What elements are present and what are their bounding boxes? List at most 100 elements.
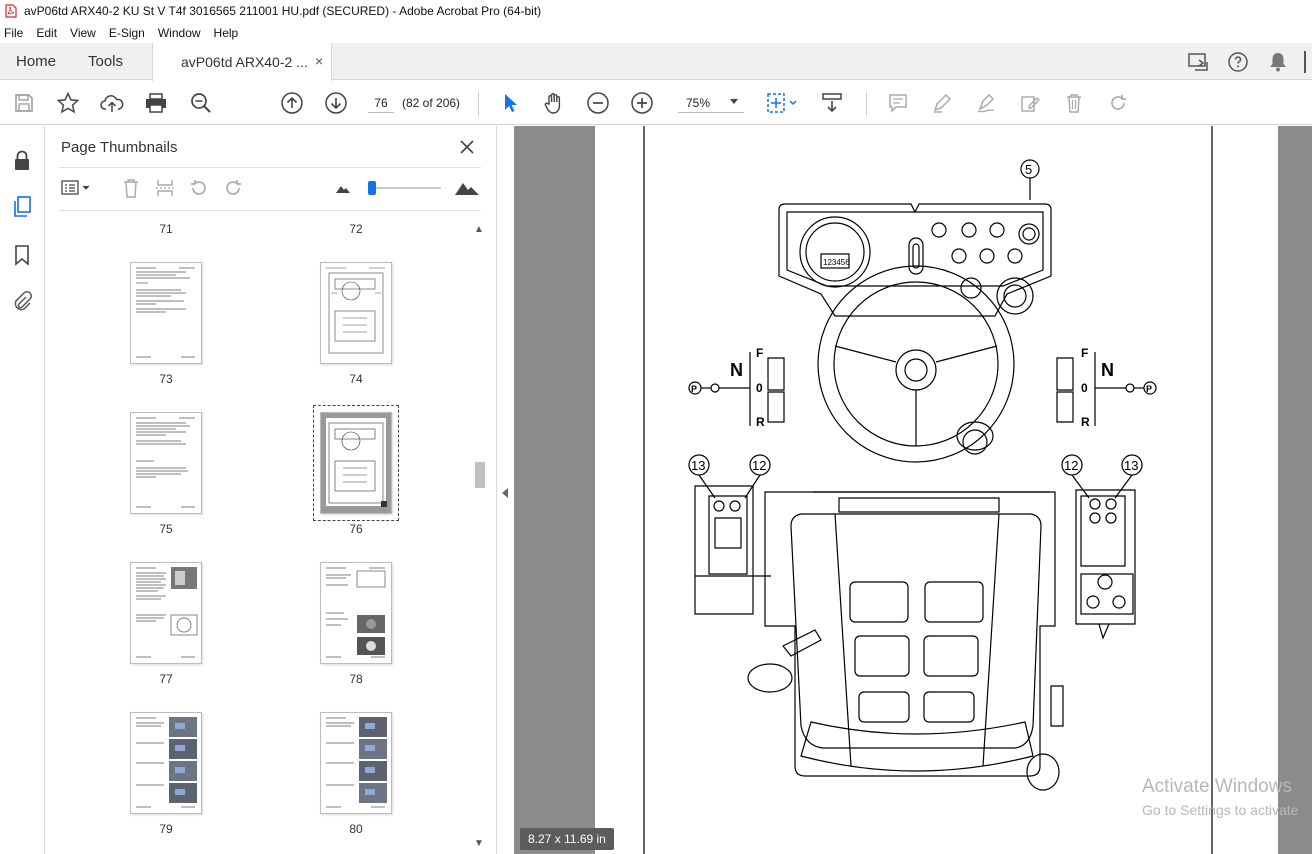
left-nav-rail (0, 126, 45, 854)
notifications-bell-icon[interactable] (1264, 48, 1292, 76)
menu-window[interactable]: Window (158, 26, 201, 40)
bookmark-star-icon[interactable] (54, 89, 82, 117)
callout-13-left: 13 (691, 458, 705, 473)
shifter-right-n: N (1101, 360, 1114, 380)
menu-bar: File Edit View E-Sign Window Help (0, 22, 1312, 43)
thumbnail-photo-content (326, 717, 387, 808)
shifter-left-zero: 0 (756, 381, 763, 395)
menu-edit[interactable]: Edit (36, 26, 57, 40)
highlight-pen-icon[interactable] (928, 89, 956, 117)
fit-page-icon[interactable] (764, 89, 800, 117)
upload-cloud-icon[interactable] (98, 89, 126, 117)
help-icon[interactable] (1224, 48, 1252, 76)
page-thumbnails-icon[interactable] (9, 194, 35, 220)
zoom-level-dropdown[interactable]: 75% (678, 93, 744, 113)
tab-bar: Home Tools avP06td ARX40-2 ... × (0, 43, 1312, 81)
scroll-mode-icon[interactable] (818, 89, 846, 117)
panel-divider (59, 167, 481, 168)
lock-icon[interactable] (9, 148, 35, 174)
zoom-search-icon[interactable] (187, 89, 215, 117)
small-thumbnail-icon[interactable] (331, 176, 355, 200)
slider-handle[interactable] (368, 181, 376, 195)
thumbnail-page-label: 79 (159, 822, 173, 836)
pdf-page: N F 0 R P N F 0 R P 5 13 12 12 13 123456 (595, 126, 1278, 854)
thumbnail-page[interactable] (130, 712, 202, 814)
share-screen-icon[interactable] (1184, 48, 1212, 76)
operator-cab-diagram: N F 0 R P N F 0 R P 5 13 12 12 13 123456 (643, 126, 1213, 854)
zoom-in-icon[interactable] (628, 89, 656, 117)
document-view[interactable]: N F 0 R P N F 0 R P 5 13 12 12 13 123456 (514, 126, 1312, 854)
tab-home[interactable]: Home (16, 53, 56, 70)
rotate-left-icon[interactable] (187, 176, 211, 200)
comment-icon[interactable] (884, 89, 912, 117)
zoom-level-value: 75% (686, 96, 711, 110)
zoom-out-icon[interactable] (584, 89, 612, 117)
menu-esign[interactable]: E-Sign (109, 26, 145, 40)
tab-close-button[interactable]: × (315, 53, 323, 69)
shifter-left-r: R (756, 415, 765, 429)
callout-5: 5 (1025, 162, 1032, 177)
prev-page-icon[interactable] (278, 89, 306, 117)
thumbnail-page-label: 73 (159, 372, 173, 386)
scrollbar-thumb[interactable] (475, 462, 485, 488)
delete-trash-icon[interactable] (1060, 89, 1088, 117)
scroll-up-icon[interactable]: ▲ (474, 224, 484, 235)
panel-title: Page Thumbnails (61, 139, 178, 156)
draw-pen-icon[interactable] (972, 89, 1000, 117)
thumbnail-page[interactable] (320, 562, 392, 664)
thumbnail-page-label: 74 (349, 372, 363, 386)
menu-help[interactable]: Help (214, 26, 239, 40)
thumbnail-page[interactable] (320, 262, 392, 364)
thumbnail-page-selected[interactable] (320, 412, 392, 514)
thumbnail-page[interactable] (130, 262, 202, 364)
page-size-badge: 8.27 x 11.69 in (520, 828, 614, 850)
thumbnail-options-icon[interactable] (59, 176, 93, 200)
tab-tools[interactable]: Tools (88, 53, 123, 70)
shifter-right-zero: 0 (1081, 381, 1088, 395)
thumbnail-text-content (136, 267, 195, 358)
page-number-input[interactable] (368, 93, 394, 113)
redo-icon[interactable] (1104, 89, 1132, 117)
shifter-left-p: P (691, 384, 697, 394)
bookmarks-icon[interactable] (9, 242, 35, 268)
thumbnail-diagram-content (326, 267, 385, 354)
thumbnail-page[interactable] (320, 712, 392, 814)
panel-close-button[interactable] (455, 135, 479, 159)
thumbnail-scrollbar[interactable]: ▲ ▼ (473, 222, 487, 854)
thumbnail-page[interactable] (130, 412, 202, 514)
select-cursor-icon[interactable] (496, 89, 524, 117)
menu-file[interactable]: File (4, 26, 23, 40)
thumbnail-photo-content (326, 567, 386, 658)
toolbar-divider (478, 91, 479, 117)
chevron-down-icon (730, 99, 738, 104)
panel-divider (59, 210, 481, 211)
hand-tool-icon[interactable] (540, 89, 568, 117)
activation-watermark-subtitle: Go to Settings to activate (1142, 802, 1299, 818)
delete-page-icon[interactable] (119, 176, 143, 200)
thumbnail-page-label: 77 (159, 672, 173, 686)
edit-stamp-icon[interactable] (1016, 89, 1044, 117)
panel-collapse-handle[interactable] (497, 126, 514, 854)
thumbnail-text-content (136, 417, 195, 508)
rotate-right-icon[interactable] (221, 176, 245, 200)
next-page-icon[interactable] (322, 89, 350, 117)
tab-document[interactable]: avP06td ARX40-2 ... × (152, 43, 332, 81)
main-toolbar: (82 of 206) 75% (0, 81, 1312, 125)
thumbnail-size-slider[interactable] (371, 187, 441, 189)
save-icon[interactable] (10, 89, 38, 117)
collapse-arrow-icon (502, 488, 508, 498)
attachments-paperclip-icon[interactable] (9, 288, 35, 314)
print-icon[interactable] (142, 89, 170, 117)
overflow-icon[interactable] (1298, 48, 1312, 76)
thumbnail-page-label: 76 (349, 522, 363, 536)
shifter-right-p: P (1146, 384, 1152, 394)
menu-view[interactable]: View (70, 26, 96, 40)
thumbnail-page[interactable] (130, 562, 202, 664)
page-count-label: (82 of 206) (402, 96, 461, 110)
shifter-right-r: R (1081, 415, 1090, 429)
pdf-app-icon (4, 3, 18, 19)
large-thumbnail-icon[interactable] (453, 176, 481, 200)
shifter-left-n: N (730, 360, 743, 380)
scroll-down-icon[interactable]: ▼ (474, 838, 484, 849)
extract-pages-icon[interactable] (153, 176, 177, 200)
